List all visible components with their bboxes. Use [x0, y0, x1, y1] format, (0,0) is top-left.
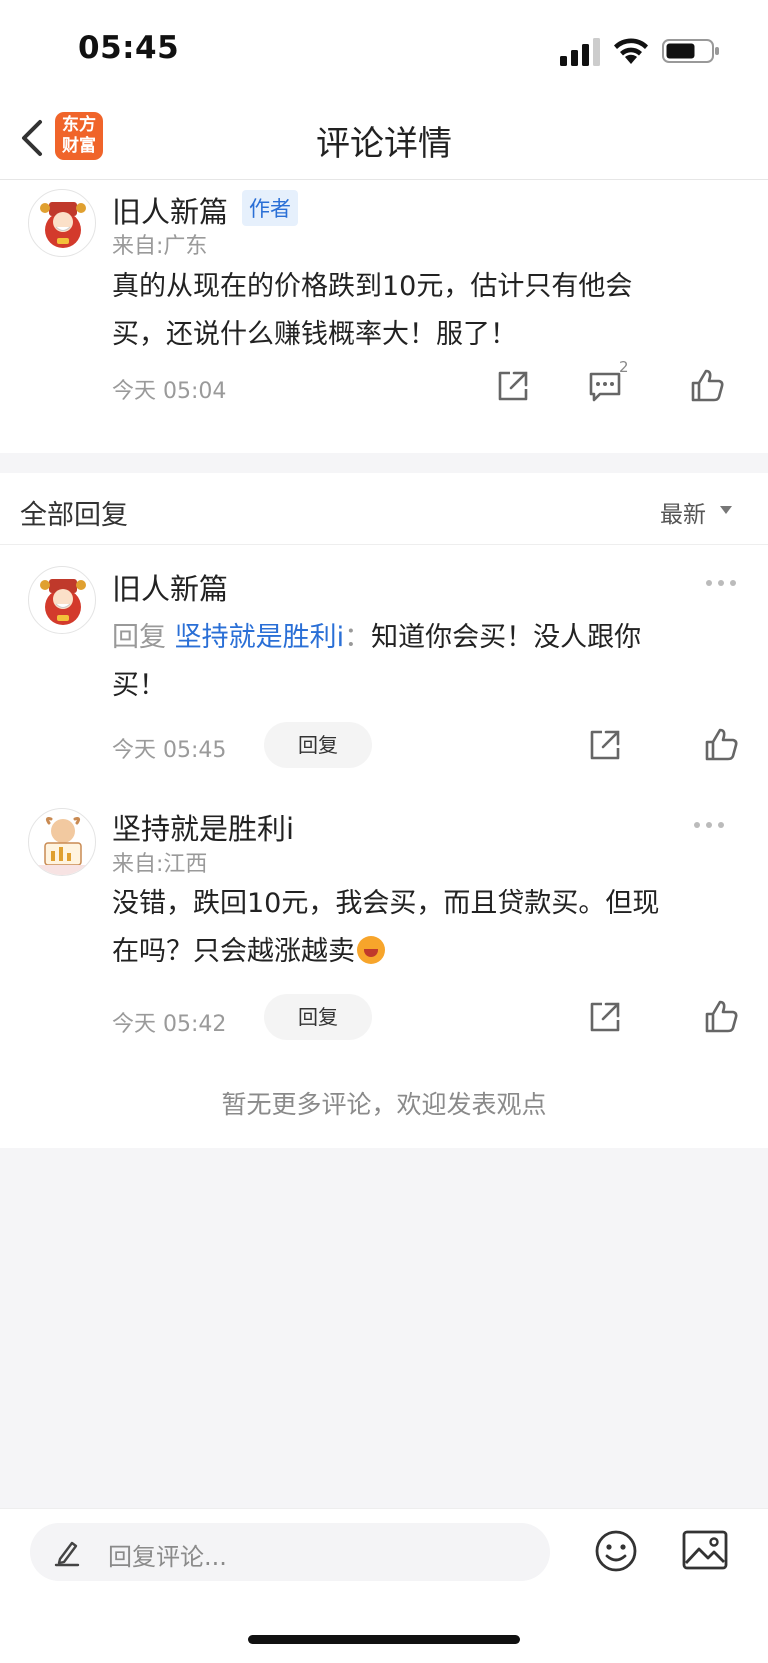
- reply-location: 来自:江西: [112, 852, 208, 877]
- post-content-line1: 真的从现在的价格跌到10元，估计只有他会: [112, 271, 633, 302]
- share-icon[interactable]: [586, 726, 624, 764]
- reply-button[interactable]: 回复: [264, 722, 372, 768]
- post-location: 来自:广东: [112, 234, 208, 259]
- nav-bar: 东方 财富 评论详情: [0, 100, 768, 180]
- page-title: 评论详情: [316, 124, 452, 164]
- ox-avatar-icon: [29, 817, 95, 875]
- author-tag: 作者: [242, 190, 298, 226]
- post-content[interactable]: 真的从现在的价格跌到10元，估计只有他会 买，还说什么赚钱概率大！服了！: [112, 263, 732, 359]
- sort-dropdown[interactable]: 最新: [660, 495, 706, 529]
- reply-content-line1: 没错，跌回10元，我会买，而且贷款买。但现: [112, 888, 660, 919]
- share-icon[interactable]: [494, 367, 532, 405]
- avatar[interactable]: [28, 566, 96, 634]
- reply-item: 坚持就是胜利i 来自:江西 没错，跌回10元，我会买，而且贷款买。但现 在吗？只…: [0, 790, 768, 1064]
- more-options-icon[interactable]: [692, 820, 726, 830]
- reply-content-text: 知道你会买！没人跟你: [371, 622, 642, 653]
- like-icon[interactable]: [688, 367, 726, 405]
- pencil-icon: [54, 1541, 80, 1567]
- caret-down-icon[interactable]: [720, 506, 732, 514]
- reply-time: 今天 05:45: [112, 738, 227, 763]
- reply-input[interactable]: 回复评论...: [30, 1523, 550, 1581]
- reply-colon: ：: [344, 622, 372, 653]
- avatar[interactable]: [28, 189, 96, 257]
- reply-content-line2: 在吗？只会越涨越卖: [112, 936, 355, 967]
- caishen-avatar-icon: [40, 579, 86, 625]
- replies-header: 全部回复 最新: [0, 473, 768, 545]
- reply-target-link[interactable]: 坚持就是胜利i: [175, 622, 345, 653]
- comment-count: 2: [619, 358, 629, 376]
- reply-time: 今天 05:42: [112, 1012, 227, 1037]
- input-placeholder: 回复评论...: [108, 1543, 227, 1571]
- share-icon[interactable]: [586, 998, 624, 1036]
- reply-username[interactable]: 坚持就是胜利i: [112, 806, 294, 848]
- avatar[interactable]: [28, 808, 96, 876]
- status-time: 05:45: [78, 30, 180, 66]
- reply-item: 旧人新篇 回复 坚持就是胜利i：知道你会买！没人跟你 买！ 今天 05:45 回…: [0, 546, 768, 790]
- more-options-icon[interactable]: [704, 578, 738, 588]
- replies-title: 全部回复: [20, 500, 128, 531]
- reply-content-line2: 买！: [112, 670, 166, 701]
- caishen-avatar-icon: [40, 202, 86, 248]
- reply-username[interactable]: 旧人新篇: [112, 566, 228, 608]
- wifi-icon: [614, 38, 648, 64]
- cellular-signal-icon: [560, 38, 600, 66]
- like-icon[interactable]: [702, 726, 740, 764]
- reply-button[interactable]: 回复: [264, 994, 372, 1040]
- no-more-comments-note: 暂无更多评论，欢迎发表观点: [221, 1090, 547, 1119]
- main-comment: 旧人新篇 作者 来自:广东 真的从现在的价格跌到10元，估计只有他会 买，还说什…: [0, 181, 768, 453]
- empty-area: [0, 1148, 768, 1508]
- section-divider: [0, 453, 768, 473]
- bottom-input-bar: 回复评论...: [0, 1508, 768, 1663]
- reply-content[interactable]: 没错，跌回10元，我会买，而且贷款买。但现 在吗？只会越涨越卖: [112, 880, 742, 976]
- post-content-line2: 买，还说什么赚钱概率大！服了！: [112, 319, 517, 350]
- status-bar: 05:45: [0, 0, 768, 100]
- reply-content[interactable]: 回复 坚持就是胜利i：知道你会买！没人跟你 买！: [112, 614, 732, 710]
- laughing-emoji-icon: [357, 936, 385, 964]
- image-icon[interactable]: [680, 1527, 730, 1573]
- home-indicator: [248, 1635, 520, 1644]
- like-icon[interactable]: [702, 998, 740, 1036]
- post-time: 今天 05:04: [112, 379, 227, 404]
- post-username[interactable]: 旧人新篇: [112, 189, 228, 231]
- battery-icon: [662, 39, 719, 63]
- emoji-icon[interactable]: [592, 1527, 640, 1575]
- reply-prefix: 回复: [112, 622, 166, 653]
